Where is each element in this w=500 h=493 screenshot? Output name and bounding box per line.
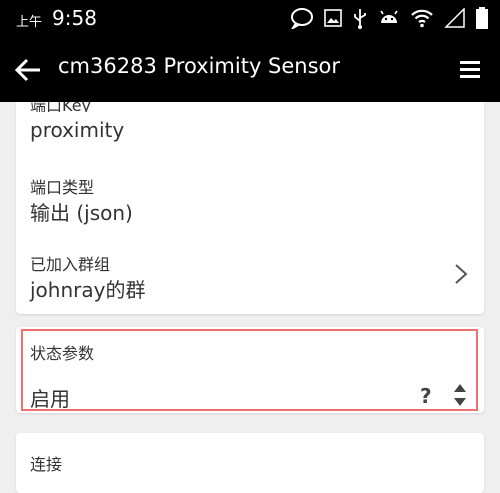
status-ampm: 上午 [16,15,43,30]
port-type-value: 输出 (json) [30,201,133,225]
status-icons [290,6,488,30]
menu-icon[interactable] [458,58,482,80]
port-type-label: 端口类型 [30,178,95,197]
help-icon[interactable]: ? [420,384,432,408]
wifi-icon [411,9,433,28]
status-time: 9:58 [52,6,97,30]
port-key-value: proximity [30,118,125,142]
joined-group-label: 已加入群组 [30,255,111,274]
usb-icon [354,9,366,29]
battery-icon [476,7,488,29]
chat-bubble-icon [291,8,313,29]
app-bar: cm36283 Proximity Sensor [0,36,500,102]
connect-label: 连接 [30,455,63,474]
status-params-value[interactable]: 启用 [30,383,486,412]
status-bar: 上午 9:58 [0,0,500,36]
chevron-right-icon[interactable] [454,263,468,285]
image-icon [324,9,342,27]
joined-group-value: johnray的群 [30,278,146,302]
dropdown-updown-icon[interactable] [452,381,468,409]
back-arrow-icon[interactable] [14,56,42,84]
status-params-label: 状态参数 [30,344,95,363]
page-title: cm36283 Proximity Sensor [58,54,341,78]
signal-empty-icon [444,8,465,28]
android-icon [380,10,398,23]
